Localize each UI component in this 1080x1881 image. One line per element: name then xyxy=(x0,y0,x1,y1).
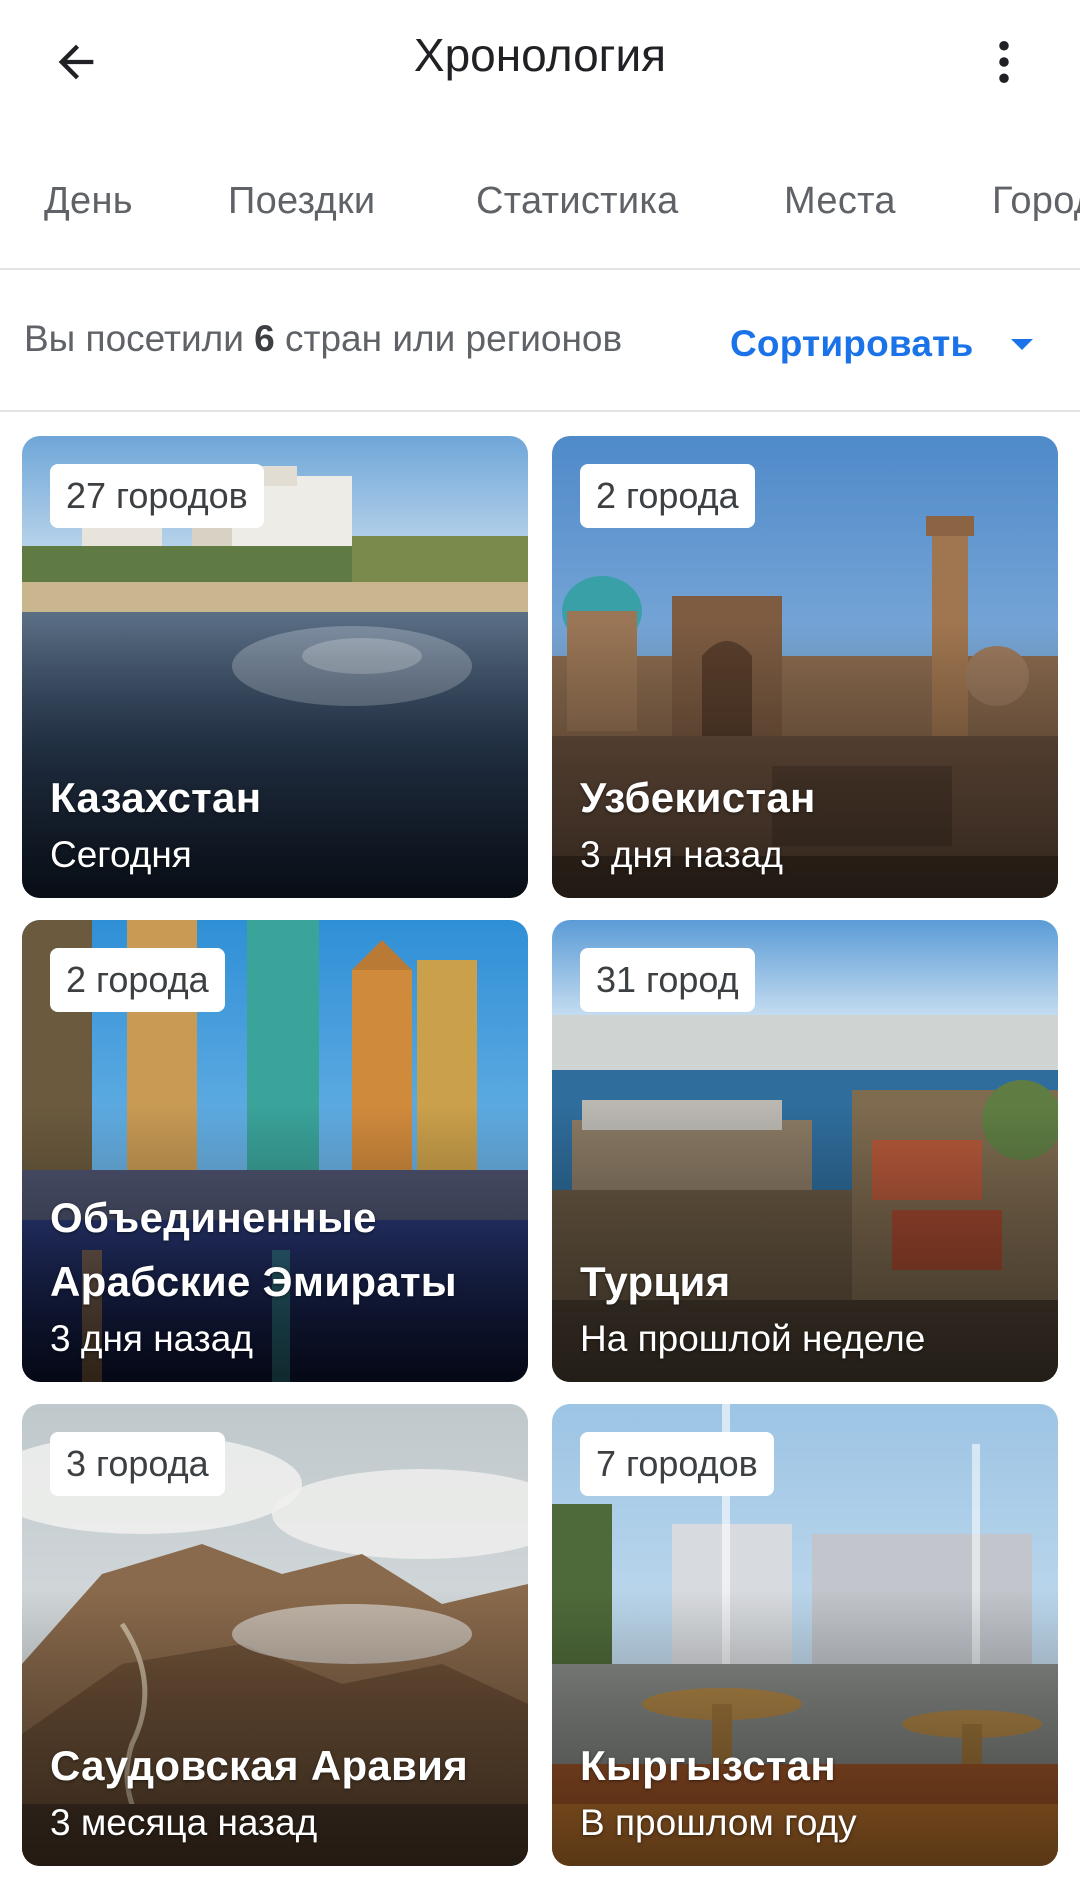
city-count-badge: 7 городов xyxy=(580,1432,774,1496)
visit-date: На прошлой неделе xyxy=(580,1318,926,1359)
country-name: Кыргызстан xyxy=(580,1742,837,1789)
visit-date: Сегодня xyxy=(50,834,192,875)
summary-prefix: Вы посетили xyxy=(24,318,244,359)
country-name: Казахстан xyxy=(50,774,262,821)
country-card-saudi-arabia[interactable]: 3 города Саудовская Аравия 3 месяца наза… xyxy=(22,1404,528,1866)
country-card-turkey[interactable]: 31 город Турция На прошлой неделе xyxy=(552,920,1058,1382)
more-vert-icon xyxy=(999,40,1009,84)
summary-count: 6 xyxy=(254,318,275,359)
city-count-badge: 2 города xyxy=(580,464,755,528)
country-name: Турция xyxy=(580,1258,731,1305)
country-name: Саудовская Аравия xyxy=(50,1742,469,1789)
tab-statistics[interactable]: Статистика xyxy=(476,180,679,223)
sort-button[interactable]: Сортировать xyxy=(730,314,1034,374)
country-card-uzbekistan[interactable]: 2 города Узбекистан 3 дня назад xyxy=(552,436,1058,898)
more-options-button[interactable] xyxy=(964,22,1044,102)
tab-bar: День Поездки Статистика Места Города xyxy=(0,140,1080,270)
country-card-uae[interactable]: 2 города Объединенные Арабские Эмираты 3… xyxy=(22,920,528,1382)
tab-trips[interactable]: Поездки xyxy=(228,180,375,223)
visited-summary: Вы посетили 6 стран или регионов xyxy=(24,318,622,360)
country-name: Узбекистан xyxy=(580,774,816,821)
caret-down-icon xyxy=(1011,338,1034,350)
country-name: Объединенные Арабские Эмираты xyxy=(50,1194,457,1305)
tab-places[interactable]: Места xyxy=(784,180,896,223)
page-title: Хронология xyxy=(413,29,667,81)
city-count-badge: 31 город xyxy=(580,948,755,1012)
country-card-kyrgyzstan[interactable]: 7 городов Кыргызстан В прошлом году xyxy=(552,1404,1058,1866)
tab-cities[interactable]: Города xyxy=(992,180,1080,223)
summary-suffix: стран или регионов xyxy=(285,318,623,359)
visit-date: 3 дня назад xyxy=(580,834,783,875)
city-count-badge: 3 города xyxy=(50,1432,225,1496)
top-app-bar: Хронология xyxy=(0,0,1080,120)
country-card-kazakhstan[interactable]: 27 городов Казахстан Сегодня xyxy=(22,436,528,898)
sort-label: Сортировать xyxy=(730,323,974,364)
visit-date: В прошлом году xyxy=(580,1802,857,1843)
summary-row: Вы посетили 6 стран или регионов Сортиро… xyxy=(0,270,1080,412)
visit-date: 3 дня назад xyxy=(50,1318,253,1359)
visit-date: 3 месяца назад xyxy=(50,1802,318,1843)
tab-day[interactable]: День xyxy=(44,180,133,223)
city-count-badge: 2 города xyxy=(50,948,225,1012)
city-count-badge: 27 городов xyxy=(50,464,264,528)
